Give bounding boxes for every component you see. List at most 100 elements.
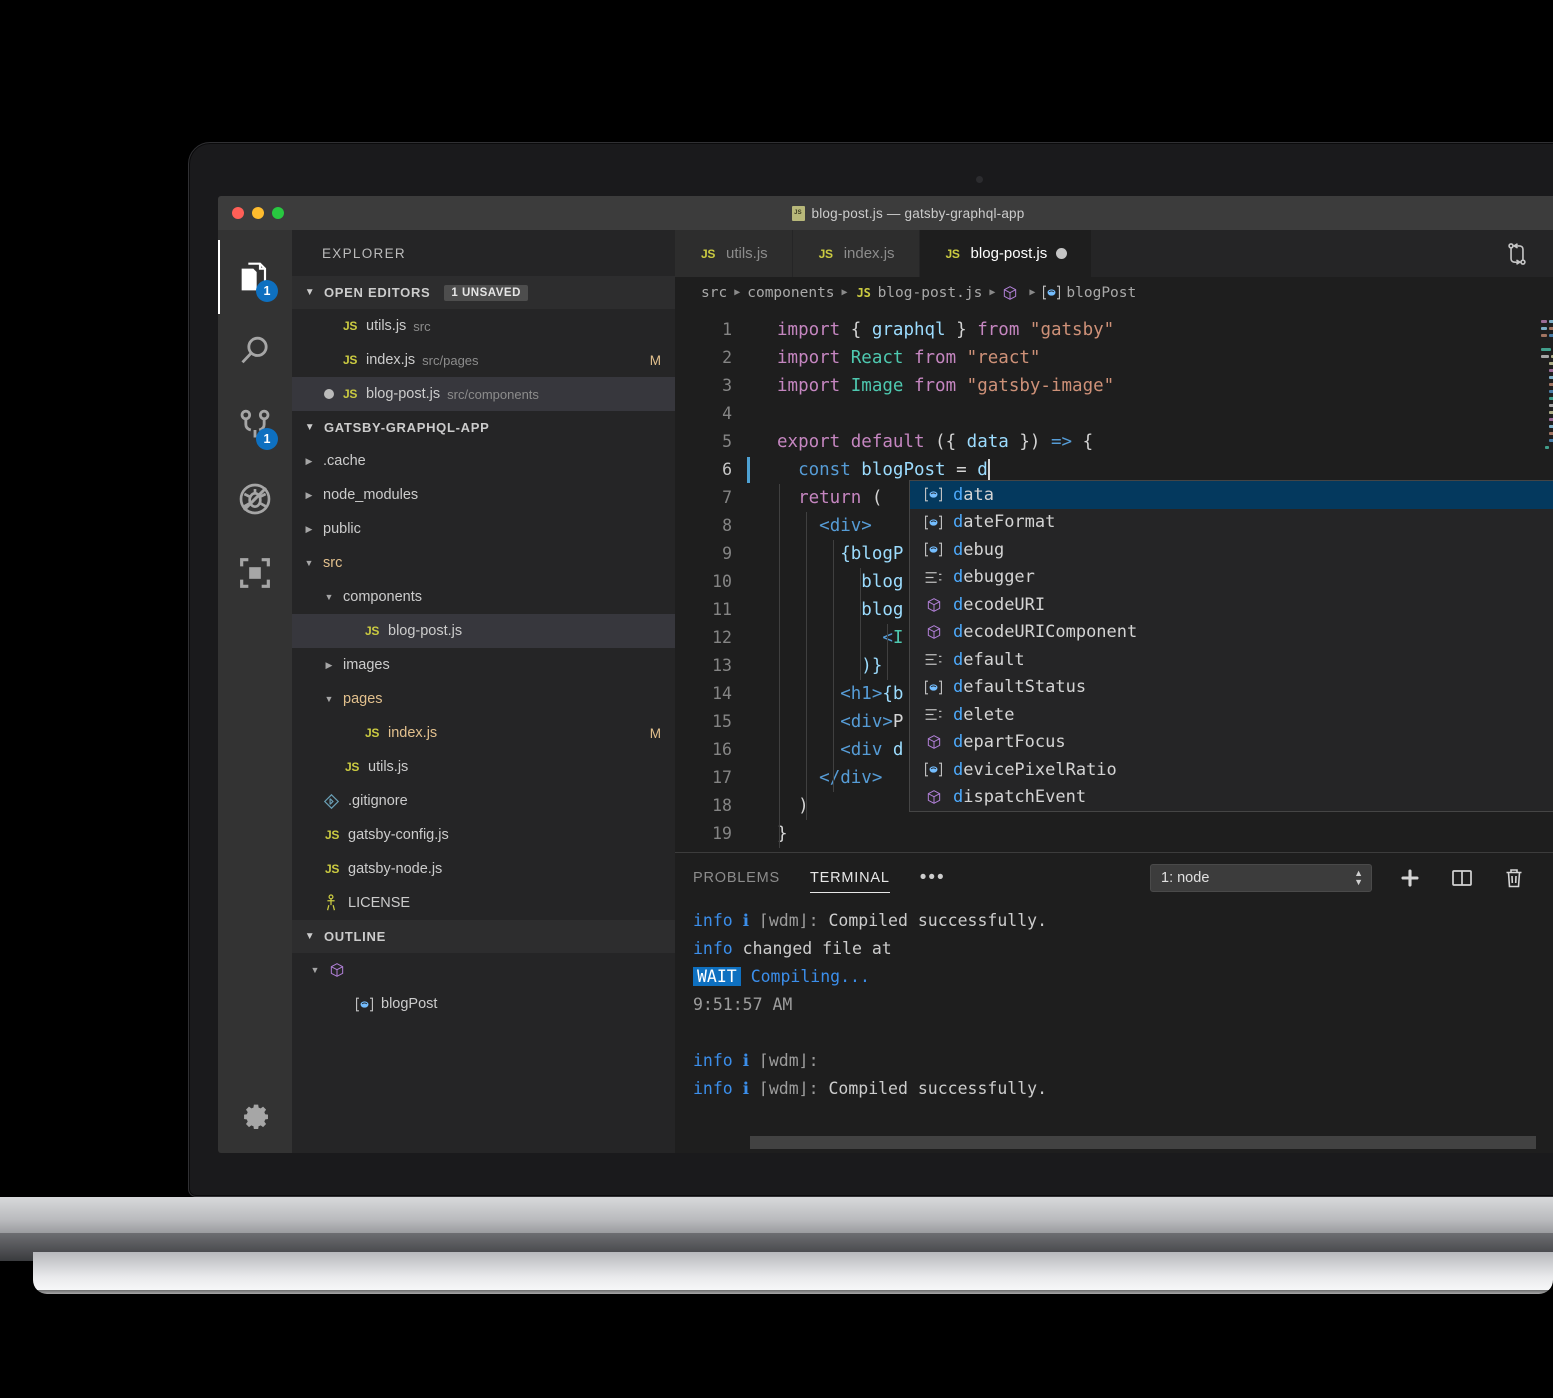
tree-folder[interactable]: ▶ .cache <box>292 444 675 478</box>
terminal-line: info ℹ ⌈wdm⌋: <box>693 1051 819 1070</box>
line-number: 8 <box>722 516 732 535</box>
breadcrumb-separator: ▶ <box>1029 287 1036 298</box>
tree-label: components <box>343 589 422 605</box>
suggest-item[interactable]: decodeURIComponent <box>910 619 1553 647</box>
tree-file[interactable]: JS gatsby-node.js <box>292 852 675 886</box>
open-editor-mark: M <box>649 352 661 368</box>
tree-folder[interactable]: ▶ public <box>292 512 675 546</box>
tab-dirty-indicator[interactable] <box>1056 248 1068 259</box>
minimize-button[interactable] <box>252 207 264 219</box>
code-line[interactable]: 4 <box>675 400 1553 428</box>
activity-search[interactable] <box>218 314 292 388</box>
license-icon <box>323 894 341 912</box>
breadcrumb-item[interactable] <box>1002 285 1022 301</box>
activity-extensions[interactable] <box>218 536 292 610</box>
tree-file[interactable]: JS blog-post.js <box>292 614 675 648</box>
section-project[interactable]: ▼ GATSBY-GRAPHQL-APP <box>292 411 675 444</box>
editor-tab[interactable]: JS utils.js <box>675 230 793 277</box>
suggest-widget[interactable]: datavar data: anyi dateFormat debug debugge… <box>909 480 1553 812</box>
breadcrumb-item[interactable]: JS blog-post.js <box>855 285 983 301</box>
open-editor-item[interactable]: JS index.js src/pages M <box>292 343 675 377</box>
tree-folder[interactable]: ▼ pages <box>292 682 675 716</box>
code-line[interactable]: 1 import { graphql } from "gatsby" <box>675 316 1553 344</box>
code-line[interactable]: 2 import React from "react" <box>675 344 1553 372</box>
tree-label: pages <box>343 691 383 707</box>
gear-icon <box>236 1097 274 1135</box>
terminal-selector[interactable]: 1: node ▲ ▼ <box>1150 864 1372 892</box>
activity-settings[interactable] <box>218 1097 292 1135</box>
kill-terminal-icon[interactable] <box>1502 866 1526 890</box>
suggest-item[interactable]: departFocus <box>910 729 1553 757</box>
minimap-line <box>1536 320 1553 326</box>
unsaved-badge: 1 UNSAVED <box>444 284 528 301</box>
suggest-item[interactable]: devicePixelRatio <box>910 756 1553 784</box>
source-control-badge: 1 <box>256 428 278 450</box>
split-terminal-icon[interactable] <box>1450 866 1474 890</box>
section-open-editors[interactable]: ▼ OPEN EDITORS 1 UNSAVED <box>292 276 675 309</box>
js-icon: JS <box>364 624 380 638</box>
breadcrumb-item[interactable]: blogPost <box>1042 285 1136 301</box>
new-terminal-icon[interactable] <box>1398 866 1422 890</box>
tree-label: index.js <box>388 725 438 741</box>
suggest-item[interactable]: defaultStatus <box>910 674 1553 702</box>
editor-tab[interactable]: JS index.js <box>792 230 920 277</box>
breadcrumb-item[interactable]: src <box>701 285 727 301</box>
suggest-item[interactable]: debugger <box>910 564 1553 592</box>
tree-file[interactable]: JS index.js M <box>292 716 675 750</box>
editor-horizontal-scrollbar[interactable] <box>750 1136 1536 1149</box>
variable-icon <box>924 680 943 695</box>
tab-terminal[interactable]: TERMINAL <box>809 853 890 903</box>
keyword-icon <box>922 570 944 585</box>
cube-icon <box>926 597 941 613</box>
outline-item[interactable]: blogPost <box>292 987 675 1021</box>
tree-label: public <box>323 521 361 537</box>
terminal-output[interactable]: info ℹ ⌈wdm⌋: Compiled successfully. info… <box>675 903 1553 1103</box>
suggest-item[interactable]: datavar data: anyi <box>910 481 1553 509</box>
suggest-item[interactable]: dateFormat <box>910 509 1553 537</box>
tree-folder[interactable]: ▶ node_modules <box>292 478 675 512</box>
tree-mark: M <box>649 725 661 741</box>
chevron-right-icon: ▶ <box>325 659 333 670</box>
open-editor-item[interactable]: JS blog-post.js src/components <box>292 377 675 411</box>
cube-icon <box>329 962 344 978</box>
tree-file[interactable]: .gitignore <box>292 784 675 818</box>
split-editor-vertical-icon[interactable] <box>1504 241 1530 267</box>
code-line[interactable]: 19} <box>675 820 1553 848</box>
activity-explorer[interactable]: 1 <box>218 240 292 314</box>
open-editor-item[interactable]: JS utils.js src <box>292 309 675 343</box>
tab-problems[interactable]: PROBLEMS <box>693 853 780 903</box>
code-line[interactable]: 5 export default ({ data }) => { <box>675 428 1553 456</box>
variable-icon <box>922 515 944 530</box>
tree-folder[interactable]: ▼ src <box>292 546 675 580</box>
code-line[interactable]: 3 import Image from "gatsby-image" <box>675 372 1553 400</box>
activity-debug[interactable] <box>218 462 292 536</box>
suggest-item[interactable]: dispatchEvent <box>910 784 1553 812</box>
close-button[interactable] <box>232 207 244 219</box>
activity-source-control[interactable]: 1 <box>218 388 292 462</box>
breadcrumb-item[interactable]: components <box>747 285 834 301</box>
tree-file[interactable]: LICENSE <box>292 886 675 920</box>
panel-actions <box>1398 866 1553 890</box>
search-icon <box>235 331 275 371</box>
indent-guide <box>887 624 888 680</box>
window-controls[interactable] <box>232 196 284 230</box>
suggest-item[interactable]: delete <box>910 701 1553 729</box>
minimap-line <box>1536 397 1553 403</box>
tree-folder[interactable]: ▼ components <box>292 580 675 614</box>
terminal-line: WAIT Compiling... <box>693 963 1553 991</box>
tree-file[interactable]: JS gatsby-config.js <box>292 818 675 852</box>
suggest-item[interactable]: default <box>910 646 1553 674</box>
chevron-down-icon: ▼ <box>324 694 334 704</box>
tree-file[interactable]: JS utils.js <box>292 750 675 784</box>
suggest-item[interactable]: debug <box>910 536 1553 564</box>
section-outline[interactable]: ▼ OUTLINE <box>292 920 675 953</box>
variable-icon <box>922 542 944 557</box>
suggest-item[interactable]: decodeURI <box>910 591 1553 619</box>
breadcrumb-separator: ▶ <box>841 287 848 298</box>
panel-more-icon[interactable]: ••• <box>920 867 946 889</box>
outline-item[interactable]: ▼ <box>292 953 675 987</box>
tree-folder[interactable]: ▶ images <box>292 648 675 682</box>
breadcrumb[interactable]: src ▶ components ▶ JS blog-post.js ▶ ▶ blogPost <box>675 277 1553 308</box>
editor-tab[interactable]: JS blog-post.js <box>919 230 1093 277</box>
zoom-button[interactable] <box>272 207 284 219</box>
